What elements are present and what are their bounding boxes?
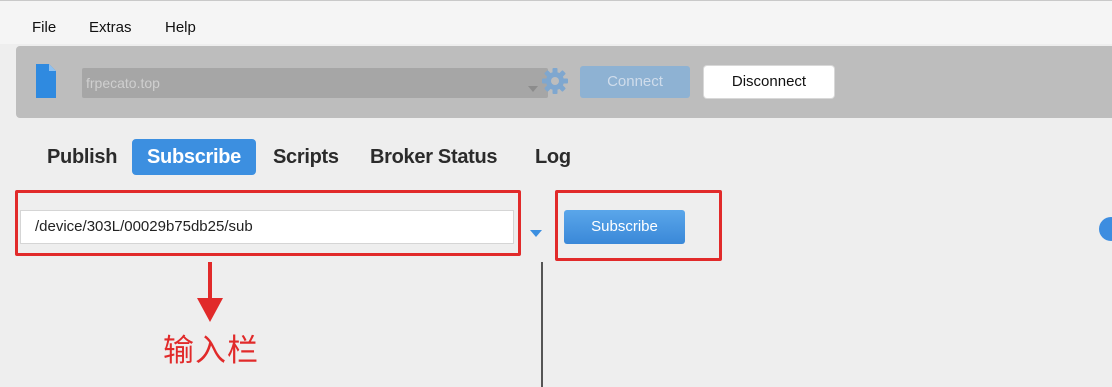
input-highlight-box: [15, 190, 521, 256]
menu-bar: File Extras Help: [0, 0, 1112, 44]
menu-file[interactable]: File: [32, 19, 56, 36]
disconnect-button[interactable]: Disconnect: [704, 66, 834, 98]
panel-divider: [541, 262, 543, 387]
tab-subscribe[interactable]: Subscribe: [132, 139, 256, 175]
chevron-down-icon[interactable]: [530, 224, 542, 242]
tab-scripts[interactable]: Scripts: [273, 139, 339, 175]
broker-select[interactable]: frpecato.top: [82, 68, 548, 98]
tab-publish[interactable]: Publish: [47, 139, 117, 175]
gear-icon[interactable]: [540, 66, 570, 101]
connection-toolbar: frpecato.top Connect Disconnect: [16, 46, 1112, 118]
tab-log[interactable]: Log: [535, 139, 571, 175]
menu-extras[interactable]: Extras: [89, 19, 132, 36]
tab-broker-status[interactable]: Broker Status: [370, 139, 498, 175]
status-indicator: [1099, 217, 1112, 241]
button-highlight-box: [555, 190, 722, 261]
arrow-down-icon: [197, 262, 223, 327]
chevron-down-icon[interactable]: [528, 79, 538, 97]
file-icon[interactable]: [36, 64, 56, 103]
connect-button[interactable]: Connect: [580, 66, 690, 98]
annotation-label: 输入栏: [163, 333, 259, 369]
menu-help[interactable]: Help: [165, 19, 196, 36]
